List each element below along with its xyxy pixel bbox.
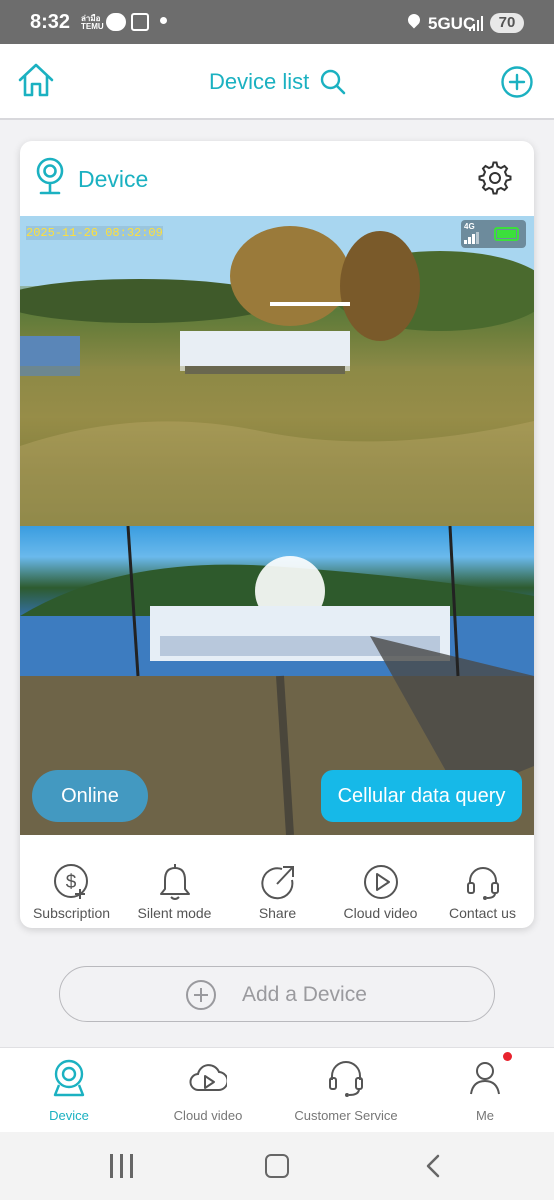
nav-cloud-video-label: Cloud video [173,1108,243,1123]
camera-icon [50,1058,88,1098]
svg-text:$: $ [65,872,76,893]
cloud-video-button[interactable]: Cloud video [329,857,432,921]
screenshot-notification-icon [131,13,149,31]
share-icon [258,862,298,902]
notification-dot [503,1052,512,1061]
battery-level: 70 [490,13,524,33]
recent-apps-icon[interactable] [110,1154,134,1178]
share-button[interactable]: Share [226,857,329,921]
home-system-icon[interactable] [265,1154,289,1178]
contact-us-label: Contact us [449,905,516,921]
bottom-nav: Device Cloud video Customer Service Me [0,1047,554,1132]
video-timestamp: 2025-11-26 08:32:09 [26,226,163,240]
nav-me[interactable]: Me [416,1048,554,1133]
status-bar: 8:32 ล่ามือ TEMU 5GUC 70 [0,0,554,44]
cloud-play-icon [189,1058,229,1098]
add-device-button[interactable]: Add a Device [59,966,495,1022]
silent-mode-label: Silent mode [137,905,212,921]
subscription-icon: $ [52,862,92,902]
device-actions: $ Subscription Silent mode Share Cloud v… [20,857,534,927]
camera-live-view[interactable]: 2025-11-26 08:32:09 4G Online Cellular d… [20,216,534,835]
camera-view-top: 2025-11-26 08:32:09 4G [20,216,534,526]
page-title: Device list [209,69,310,94]
location-icon [405,11,423,29]
top-bar: Device list [0,44,554,120]
device-name: Device [78,166,149,192]
status-time: 8:32 [30,11,71,33]
silent-mode-button[interactable]: Silent mode [123,857,226,921]
camera-status-hud: 4G [461,220,526,248]
add-device-top-icon[interactable] [500,65,534,99]
camera-battery-icon [494,227,519,241]
camera-signal-icon [464,232,480,244]
signal-icon [469,15,485,31]
share-label: Share [258,905,297,921]
device-card[interactable]: Device 2025-11-26 08:32:09 4G Online Cel… [20,141,534,928]
back-icon[interactable] [423,1154,443,1178]
search-icon[interactable] [319,68,347,96]
headset-icon [463,862,503,902]
nav-customer-service-label: Customer Service [294,1108,398,1123]
play-icon [361,862,401,902]
cloud-video-label: Cloud video [343,905,418,921]
headset-icon [327,1058,365,1098]
contact-us-button[interactable]: Contact us [431,857,534,921]
online-status-badge: Online [32,770,148,822]
nav-cloud-video[interactable]: Cloud video [139,1048,277,1133]
system-navigation-bar [0,1132,554,1200]
gear-icon[interactable] [478,161,512,195]
nav-customer-service[interactable]: Customer Service [277,1048,415,1133]
add-device-label: Add a Device [242,983,367,1006]
more-notifications-dot-icon [160,17,167,24]
subscription-button[interactable]: $ Subscription [20,857,123,921]
bell-icon [155,862,195,902]
home-icon[interactable] [16,60,56,100]
cellular-badge: 4G [464,222,475,231]
nav-me-label: Me [475,1108,495,1123]
person-icon [466,1058,504,1098]
nav-device-label: Device [49,1108,89,1123]
chat-notification-icon [106,13,126,31]
plus-circle-icon [185,979,217,1011]
nav-device[interactable]: Device [0,1048,138,1133]
cellular-data-query-button[interactable]: Cellular data query [321,770,522,822]
subscription-label: Subscription [32,905,111,921]
webcam-icon [33,156,67,198]
temu-notification-icon: ล่ามือ TEMU [81,14,104,31]
